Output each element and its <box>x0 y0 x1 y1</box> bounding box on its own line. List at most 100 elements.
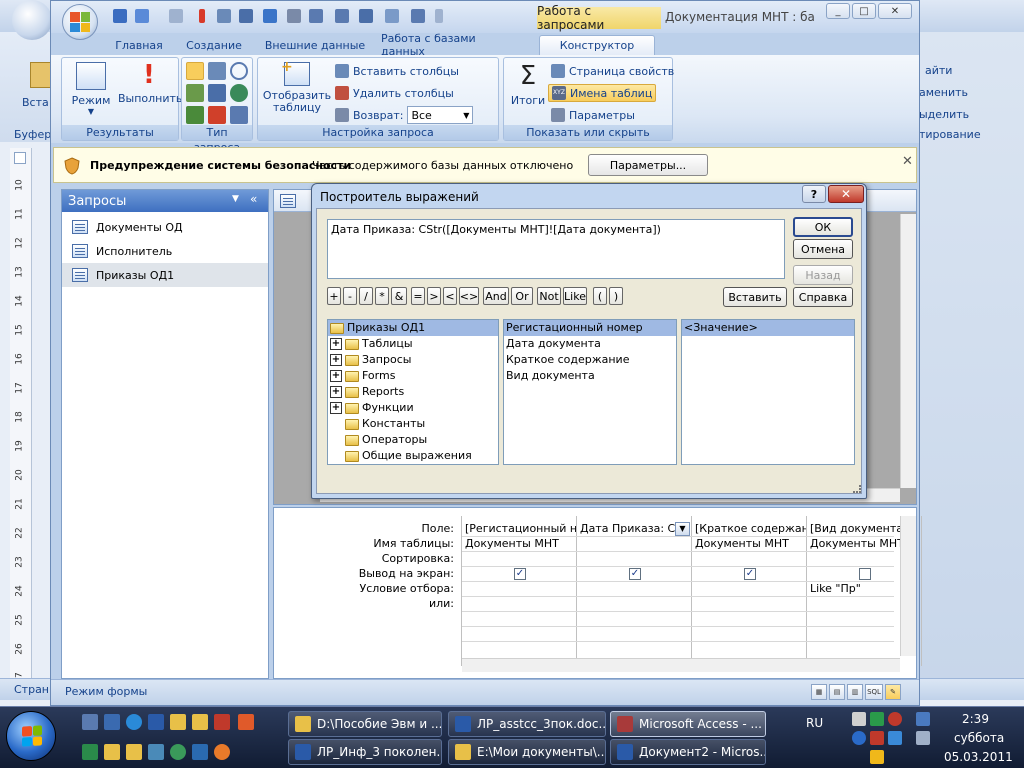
tab-design[interactable]: Конструктор <box>539 35 655 55</box>
security-options-button[interactable]: Параметры... <box>588 154 708 176</box>
ie-icon[interactable] <box>126 714 142 730</box>
collapse-pane-icon[interactable]: « <box>250 192 257 206</box>
ok-button[interactable]: ОК <box>793 217 853 237</box>
nav-pane-header[interactable]: Запросы ▼ « <box>62 190 268 212</box>
tray-icon[interactable] <box>870 712 884 726</box>
crosstab-query-icon[interactable] <box>208 62 226 80</box>
operator-notequal-button[interactable]: <> <box>459 287 479 305</box>
expression-textbox[interactable]: Дата Приказа: CStr([Документы МНТ]![Дата… <box>327 219 785 279</box>
app-icon[interactable] <box>214 714 230 730</box>
operator-less-button[interactable]: < <box>443 287 457 305</box>
grid-table-cell[interactable]: Документы МНТ <box>692 536 806 551</box>
field-item[interactable]: Вид документа <box>504 368 676 384</box>
upper-pane-vertical-scrollbar[interactable] <box>900 214 916 488</box>
word-office-button[interactable] <box>12 0 52 40</box>
field-item[interactable]: Краткое содержание <box>504 352 676 368</box>
relations-icon-qat[interactable] <box>385 9 399 23</box>
redo-icon[interactable] <box>169 9 183 23</box>
grid-vertical-scrollbar[interactable] <box>900 516 916 656</box>
fields-list[interactable]: Регистационный номер Дата документа Крат… <box>503 319 677 465</box>
tray-icon[interactable] <box>852 731 866 745</box>
nav-item-query-0[interactable]: Документы ОД <box>62 215 268 239</box>
language-indicator[interactable]: RU <box>806 716 823 730</box>
table-names-button[interactable]: XYZ Имена таблиц <box>548 84 657 102</box>
tray-icon[interactable] <box>852 712 866 726</box>
show-checkbox-2[interactable]: ✓ <box>744 568 756 580</box>
resize-grip-icon[interactable] <box>853 485 861 493</box>
word-icon[interactable] <box>148 714 164 730</box>
tray-icon[interactable] <box>888 731 902 745</box>
tray-icon[interactable] <box>870 731 884 745</box>
grid-table-cell[interactable] <box>577 536 691 551</box>
design-icon-qat[interactable] <box>263 9 277 23</box>
union-query-icon[interactable] <box>230 62 248 80</box>
tree-item-constants[interactable]: Константы <box>328 416 498 432</box>
tree-item-queries[interactable]: + Запросы <box>328 352 498 368</box>
pass-through-icon[interactable] <box>208 84 226 102</box>
run-button[interactable]: ! Выполнить <box>118 62 182 105</box>
app-icon[interactable] <box>148 744 164 760</box>
delete-query-icon[interactable] <box>208 106 226 124</box>
values-list[interactable]: <Значение> <box>681 319 855 465</box>
expand-plus-icon[interactable]: + <box>330 338 342 350</box>
run-icon-qat[interactable] <box>199 9 205 23</box>
make-table-icon[interactable] <box>186 84 204 102</box>
taskbar-button-my-documents[interactable]: E:\Мои документы\... <box>448 739 606 765</box>
operator-open-paren-button[interactable]: ( <box>593 287 607 305</box>
firefox-icon[interactable] <box>214 744 230 760</box>
tray-icon[interactable] <box>870 750 884 764</box>
field-item[interactable]: Регистационный номер <box>504 320 676 336</box>
close-icon[interactable]: ✕ <box>902 154 913 169</box>
app-icon[interactable] <box>170 744 186 760</box>
field-item[interactable]: Дата документа <box>504 336 676 352</box>
operator-greater-button[interactable]: > <box>427 287 441 305</box>
help-button[interactable]: Справка <box>793 287 853 307</box>
show-table-button[interactable]: + Отобразить таблицу <box>262 59 332 114</box>
grid-field-cell[interactable]: [Регистационный но <box>462 521 576 536</box>
operator-close-paren-button[interactable]: ) <box>609 287 623 305</box>
clock-time[interactable]: 2:39 <box>962 712 989 726</box>
undo-icon[interactable] <box>135 9 149 23</box>
totals-button[interactable]: Σ Итоги <box>508 62 548 107</box>
office-button[interactable] <box>62 4 98 40</box>
taskbar-button-document2[interactable]: Документ2 - Micros... <box>610 739 766 765</box>
datasheet-view-icon[interactable]: ▦ <box>811 684 827 700</box>
expand-plus-icon[interactable]: + <box>330 354 342 366</box>
taskbar-button-access[interactable]: Microsoft Access - ... <box>610 711 766 737</box>
insert-columns-button[interactable]: Вставить столбцы <box>332 62 462 80</box>
nav-item-query-2[interactable]: Приказы ОД1 <box>62 263 268 287</box>
show-checkbox-0[interactable]: ✓ <box>514 568 526 580</box>
table-icon-qat[interactable] <box>217 9 231 23</box>
tray-icon[interactable] <box>888 712 902 726</box>
folder-icon[interactable] <box>192 714 208 730</box>
dialog-close-button[interactable]: ✕ <box>828 185 864 203</box>
minimize-button[interactable]: _ <box>826 3 850 19</box>
operator-divide-button[interactable]: / <box>359 287 373 305</box>
grid-field-cell[interactable]: Дата Приказа: CS <box>577 521 677 536</box>
operator-equals-button[interactable]: = <box>411 287 425 305</box>
operator-multiply-button[interactable]: * <box>375 287 389 305</box>
save-icon[interactable] <box>113 9 127 23</box>
taskbar-button-folder[interactable]: D:\Пособие Эвм и ... <box>288 711 442 737</box>
chevron-down-icon[interactable]: ▼ <box>675 522 690 536</box>
excel-icon[interactable] <box>82 744 98 760</box>
grid-field-cell[interactable]: [Краткое содержани <box>692 521 806 536</box>
volume-icon[interactable] <box>916 731 930 745</box>
datasheet-icon-qat[interactable] <box>309 9 323 23</box>
customize-qat-icon[interactable] <box>435 9 443 23</box>
expand-plus-icon[interactable]: + <box>330 402 342 414</box>
pivotchart-view-icon[interactable]: ▥ <box>847 684 863 700</box>
operator-or-button[interactable]: Or <box>511 287 533 305</box>
cancel-button[interactable]: Отмена <box>793 239 853 259</box>
filter-icon-qat[interactable] <box>287 9 301 23</box>
operator-plus-button[interactable]: + <box>327 287 341 305</box>
folder-icon[interactable] <box>126 744 142 760</box>
value-item[interactable]: <Значение> <box>682 320 854 336</box>
tree-item-forms[interactable]: + Forms <box>328 368 498 384</box>
taskbar-button-word-doc[interactable]: ЛР_asstcc_3пок.doc... <box>448 711 606 737</box>
tab-database-tools[interactable]: Работа с базами данных <box>381 32 521 58</box>
maximize-button[interactable]: □ <box>852 3 876 19</box>
folder-icon[interactable] <box>170 714 186 730</box>
refresh-icon-qat[interactable] <box>411 9 425 23</box>
grid-table-cell[interactable]: Документы МНТ <box>462 536 576 551</box>
